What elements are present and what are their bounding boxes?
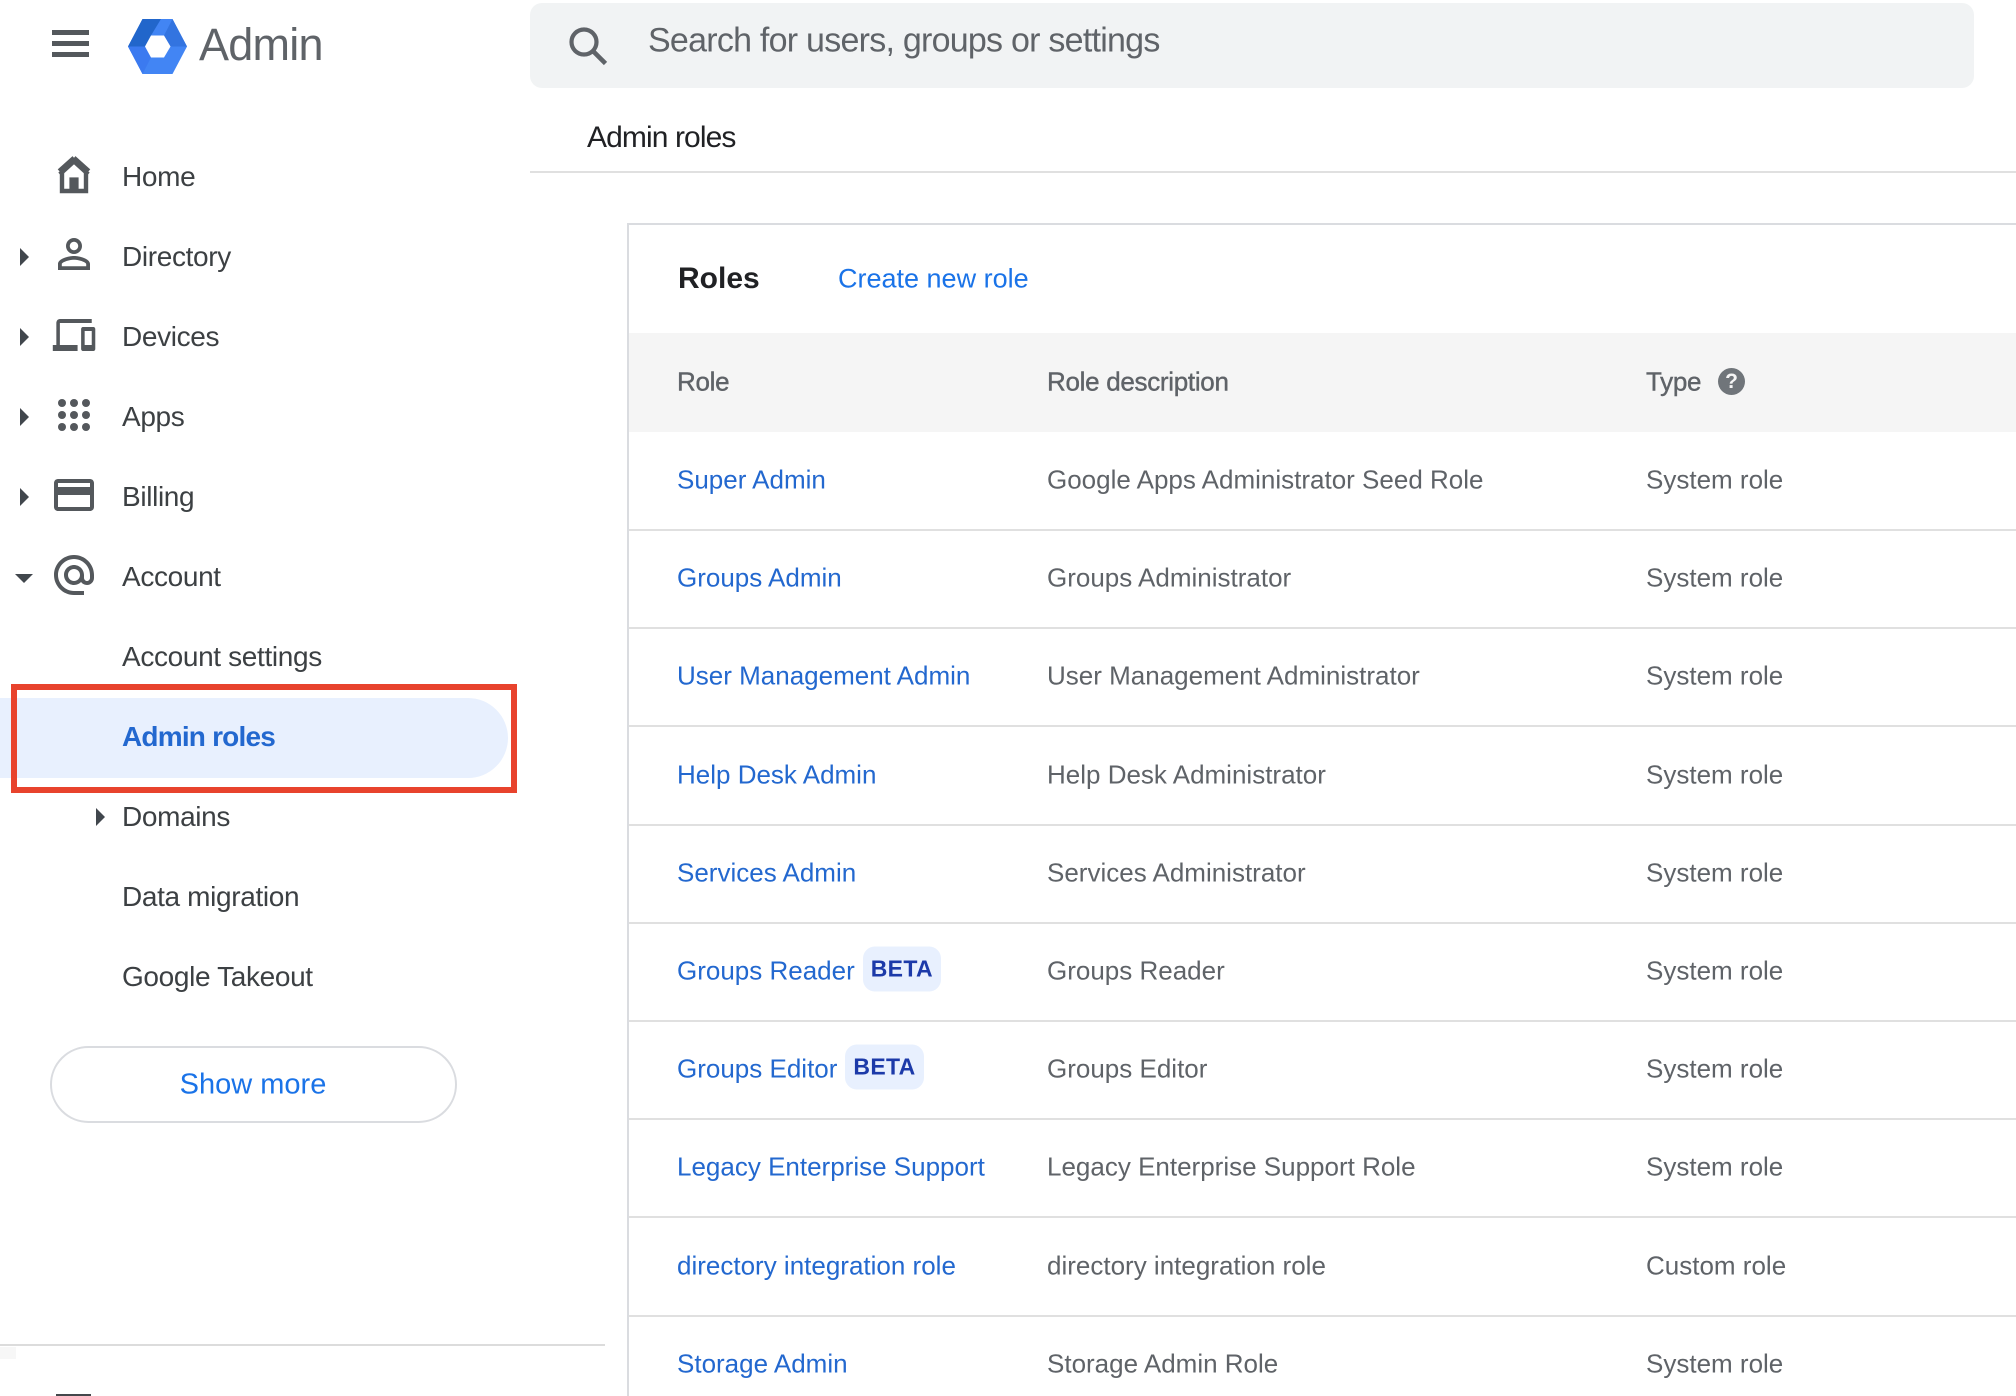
svg-text:?: ?: [1725, 370, 1738, 393]
